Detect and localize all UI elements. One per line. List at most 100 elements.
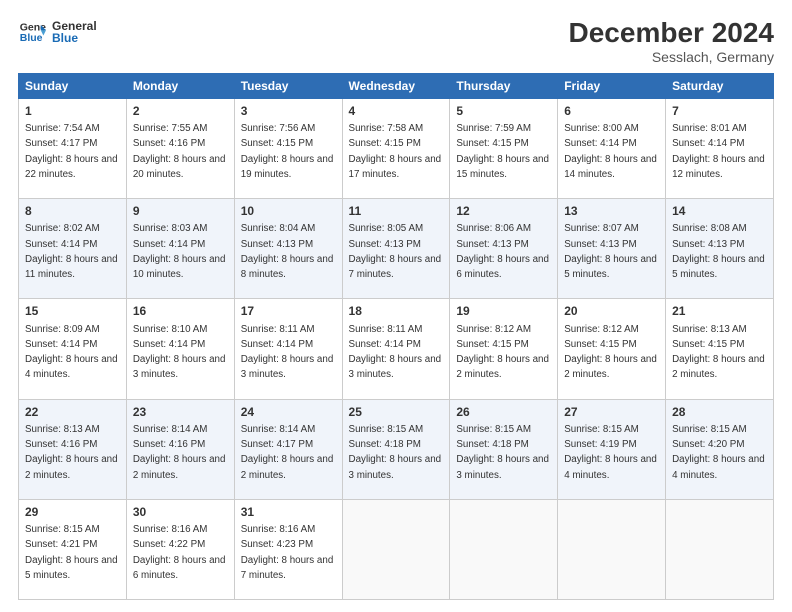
day-number: 9 <box>133 203 228 220</box>
calendar-cell: 12Sunrise: 8:06 AMSunset: 4:13 PMDayligh… <box>450 199 558 299</box>
day-number: 1 <box>25 103 120 120</box>
day-number: 11 <box>349 203 444 220</box>
day-number: 17 <box>241 303 336 320</box>
day-number: 21 <box>672 303 767 320</box>
weekday-header-friday: Friday <box>558 73 666 98</box>
day-number: 29 <box>25 504 120 521</box>
day-info: Sunrise: 8:14 AMSunset: 4:16 PMDaylight:… <box>133 424 226 481</box>
weekday-header-sunday: Sunday <box>19 73 127 98</box>
logo-icon: General Blue <box>18 18 46 46</box>
calendar-cell: 22Sunrise: 8:13 AMSunset: 4:16 PMDayligh… <box>19 399 127 499</box>
weekday-header-tuesday: Tuesday <box>234 73 342 98</box>
day-info: Sunrise: 8:14 AMSunset: 4:17 PMDaylight:… <box>241 424 334 481</box>
day-info: Sunrise: 8:03 AMSunset: 4:14 PMDaylight:… <box>133 223 226 280</box>
day-number: 13 <box>564 203 659 220</box>
day-info: Sunrise: 8:00 AMSunset: 4:14 PMDaylight:… <box>564 123 657 180</box>
day-number: 4 <box>349 103 444 120</box>
calendar-cell: 24 Sunrise: 8:14 AMSunset: 4:17 PMDayligh… <box>234 399 342 499</box>
day-number: 28 <box>672 404 767 421</box>
day-info: Sunrise: 8:10 AMSunset: 4:14 PMDaylight:… <box>133 324 226 381</box>
calendar-cell: 25 Sunrise: 8:15 AMSunset: 4:18 PMDayligh… <box>342 399 450 499</box>
calendar-cell: 7 Sunrise: 8:01 AMSunset: 4:14 PMDaylight… <box>666 98 774 198</box>
day-info: Sunrise: 7:54 AMSunset: 4:17 PMDaylight:… <box>25 123 118 180</box>
calendar-cell: 13Sunrise: 8:07 AMSunset: 4:13 PMDayligh… <box>558 199 666 299</box>
day-info: Sunrise: 8:05 AMSunset: 4:13 PMDaylight:… <box>349 223 442 280</box>
day-number: 25 <box>349 404 444 421</box>
calendar-cell: 29 Sunrise: 8:15 AMSunset: 4:21 PMDayligh… <box>19 499 127 599</box>
calendar-cell <box>558 499 666 599</box>
day-info: Sunrise: 8:01 AMSunset: 4:14 PMDaylight:… <box>672 123 765 180</box>
calendar-cell <box>450 499 558 599</box>
page: General Blue General Blue December 2024 … <box>0 0 792 612</box>
day-number: 7 <box>672 103 767 120</box>
day-number: 15 <box>25 303 120 320</box>
week-row-2: 8 Sunrise: 8:02 AMSunset: 4:14 PMDaylight… <box>19 199 774 299</box>
week-row-3: 15Sunrise: 8:09 AMSunset: 4:14 PMDayligh… <box>19 299 774 399</box>
calendar-cell: 23 Sunrise: 8:14 AMSunset: 4:16 PMDayligh… <box>126 399 234 499</box>
day-number: 16 <box>133 303 228 320</box>
day-number: 19 <box>456 303 551 320</box>
calendar-cell: 11 Sunrise: 8:05 AMSunset: 4:13 PMDayligh… <box>342 199 450 299</box>
weekday-header-monday: Monday <box>126 73 234 98</box>
logo: General Blue General Blue <box>18 18 97 46</box>
day-number: 14 <box>672 203 767 220</box>
calendar-cell: 16 Sunrise: 8:10 AMSunset: 4:14 PMDayligh… <box>126 299 234 399</box>
day-number: 27 <box>564 404 659 421</box>
day-number: 23 <box>133 404 228 421</box>
day-info: Sunrise: 8:11 AMSunset: 4:14 PMDaylight:… <box>349 324 442 381</box>
calendar-cell: 5 Sunrise: 7:59 AMSunset: 4:15 PMDaylight… <box>450 98 558 198</box>
calendar-cell: 19Sunrise: 8:12 AMSunset: 4:15 PMDayligh… <box>450 299 558 399</box>
day-info: Sunrise: 8:11 AMSunset: 4:14 PMDaylight:… <box>241 324 334 381</box>
day-info: Sunrise: 8:15 AMSunset: 4:20 PMDaylight:… <box>672 424 765 481</box>
calendar-cell: 8 Sunrise: 8:02 AMSunset: 4:14 PMDaylight… <box>19 199 127 299</box>
calendar-cell: 20 Sunrise: 8:12 AMSunset: 4:15 PMDayligh… <box>558 299 666 399</box>
day-number: 24 <box>241 404 336 421</box>
day-info: Sunrise: 7:55 AMSunset: 4:16 PMDaylight:… <box>133 123 226 180</box>
subtitle: Sesslach, Germany <box>569 49 774 65</box>
calendar-cell <box>342 499 450 599</box>
header: General Blue General Blue December 2024 … <box>18 18 774 65</box>
weekday-header-thursday: Thursday <box>450 73 558 98</box>
main-title: December 2024 <box>569 18 774 49</box>
day-number: 20 <box>564 303 659 320</box>
day-number: 5 <box>456 103 551 120</box>
day-number: 8 <box>25 203 120 220</box>
day-number: 10 <box>241 203 336 220</box>
day-number: 3 <box>241 103 336 120</box>
calendar-table: SundayMondayTuesdayWednesdayThursdayFrid… <box>18 73 774 600</box>
calendar-cell: 3Sunrise: 7:56 AMSunset: 4:15 PMDaylight… <box>234 98 342 198</box>
day-info: Sunrise: 8:15 AMSunset: 4:21 PMDaylight:… <box>25 524 118 581</box>
week-row-4: 22Sunrise: 8:13 AMSunset: 4:16 PMDayligh… <box>19 399 774 499</box>
day-number: 26 <box>456 404 551 421</box>
day-info: Sunrise: 8:02 AMSunset: 4:14 PMDaylight:… <box>25 223 118 280</box>
day-number: 6 <box>564 103 659 120</box>
calendar-cell: 6 Sunrise: 8:00 AMSunset: 4:14 PMDaylight… <box>558 98 666 198</box>
calendar-body: 1 Sunrise: 7:54 AMSunset: 4:17 PMDaylight… <box>19 98 774 599</box>
day-number: 12 <box>456 203 551 220</box>
calendar-cell: 28 Sunrise: 8:15 AMSunset: 4:20 PMDayligh… <box>666 399 774 499</box>
calendar-cell: 18 Sunrise: 8:11 AMSunset: 4:14 PMDayligh… <box>342 299 450 399</box>
weekday-header-saturday: Saturday <box>666 73 774 98</box>
calendar-cell <box>666 499 774 599</box>
day-number: 18 <box>349 303 444 320</box>
day-info: Sunrise: 8:12 AMSunset: 4:15 PMDaylight:… <box>564 324 657 381</box>
calendar-cell: 26Sunrise: 8:15 AMSunset: 4:18 PMDayligh… <box>450 399 558 499</box>
calendar-cell: 9 Sunrise: 8:03 AMSunset: 4:14 PMDaylight… <box>126 199 234 299</box>
calendar-cell: 17 Sunrise: 8:11 AMSunset: 4:14 PMDayligh… <box>234 299 342 399</box>
day-info: Sunrise: 8:15 AMSunset: 4:18 PMDaylight:… <box>349 424 442 481</box>
calendar-cell: 21 Sunrise: 8:13 AMSunset: 4:15 PMDayligh… <box>666 299 774 399</box>
calendar-cell: 15Sunrise: 8:09 AMSunset: 4:14 PMDayligh… <box>19 299 127 399</box>
calendar-cell: 10Sunrise: 8:04 AMSunset: 4:13 PMDayligh… <box>234 199 342 299</box>
calendar-cell: 2 Sunrise: 7:55 AMSunset: 4:16 PMDaylight… <box>126 98 234 198</box>
calendar-cell: 1 Sunrise: 7:54 AMSunset: 4:17 PMDaylight… <box>19 98 127 198</box>
day-info: Sunrise: 8:08 AMSunset: 4:13 PMDaylight:… <box>672 223 765 280</box>
day-number: 22 <box>25 404 120 421</box>
day-info: Sunrise: 7:59 AMSunset: 4:15 PMDaylight:… <box>456 123 549 180</box>
weekday-header-row: SundayMondayTuesdayWednesdayThursdayFrid… <box>19 73 774 98</box>
svg-text:Blue: Blue <box>20 32 43 44</box>
calendar-cell: 31Sunrise: 8:16 AMSunset: 4:23 PMDayligh… <box>234 499 342 599</box>
day-info: Sunrise: 8:16 AMSunset: 4:22 PMDaylight:… <box>133 524 226 581</box>
day-info: Sunrise: 8:13 AMSunset: 4:15 PMDaylight:… <box>672 324 765 381</box>
day-number: 2 <box>133 103 228 120</box>
weekday-header-wednesday: Wednesday <box>342 73 450 98</box>
